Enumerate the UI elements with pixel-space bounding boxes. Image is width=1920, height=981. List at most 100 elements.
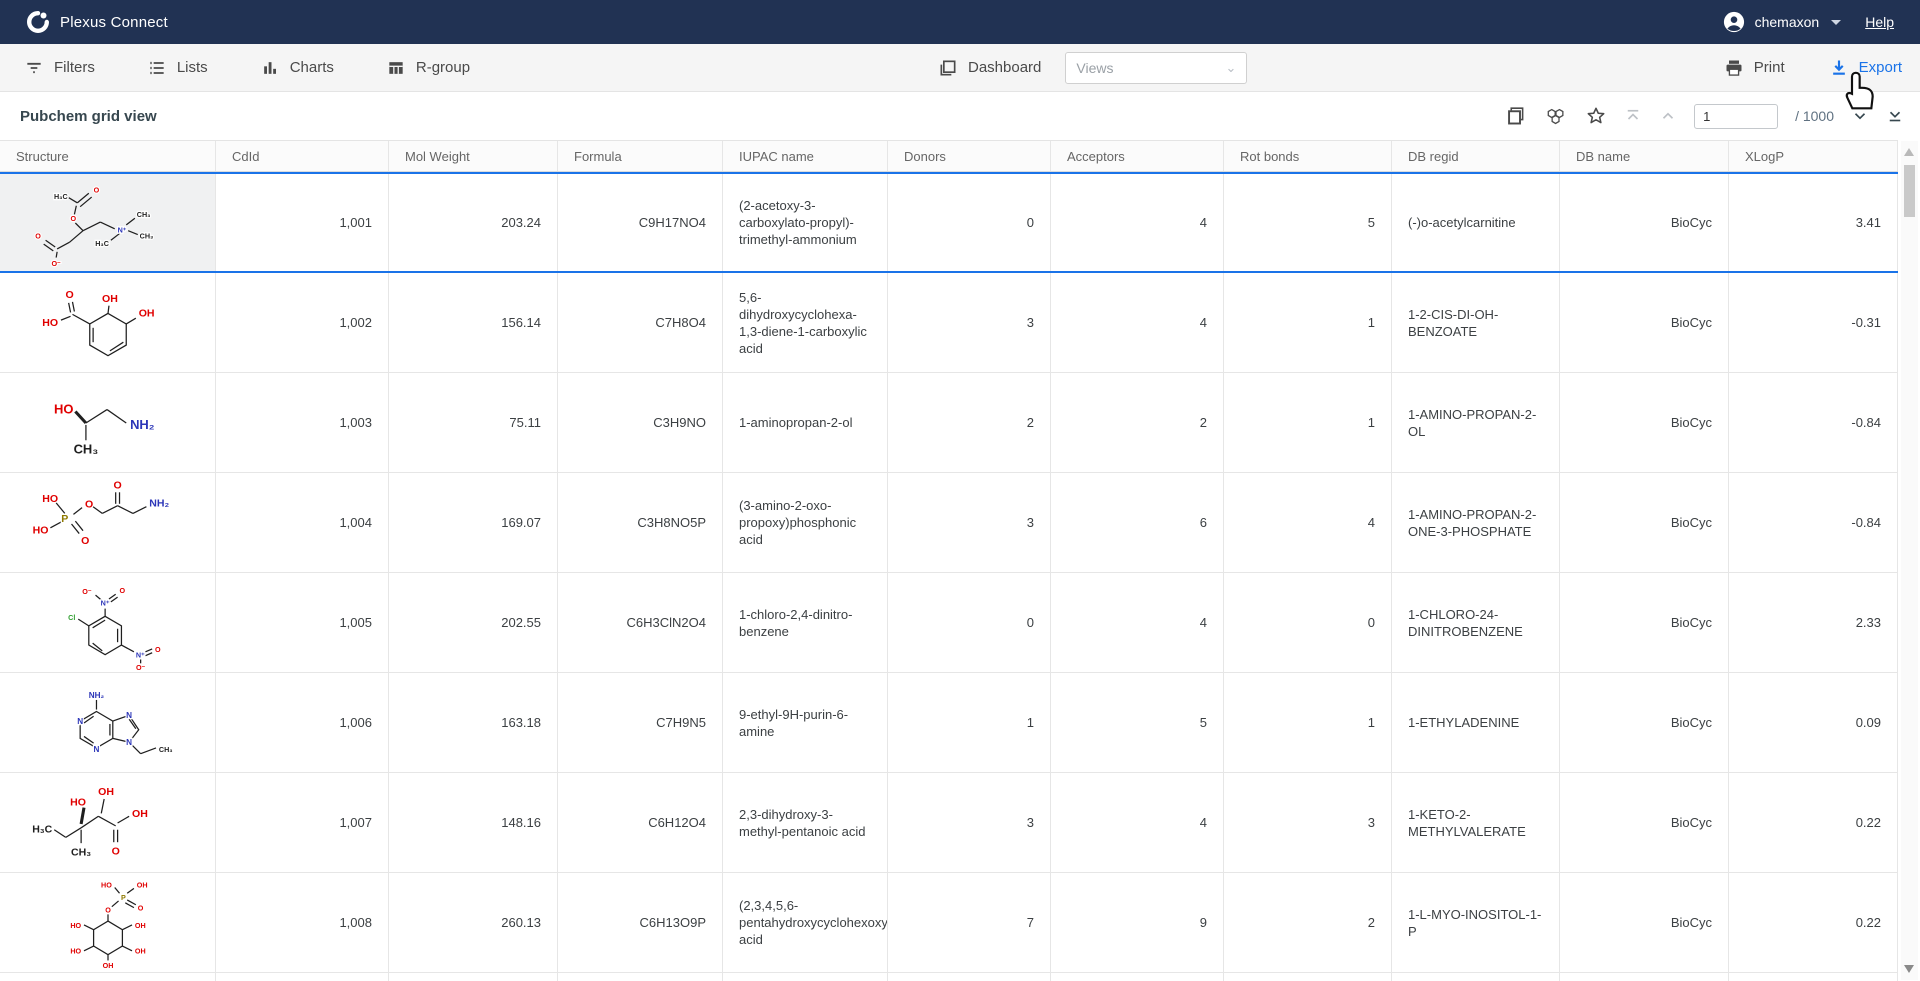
export-button[interactable]: Export (1829, 58, 1902, 78)
cell-donors[interactable]: 3 (888, 473, 1051, 572)
table-row[interactable]: H₃C HO OH OH CH₃ O 1,007 148.16 C6H12O4 … (0, 773, 1898, 873)
column-header-db-name[interactable]: DB name (1560, 141, 1729, 171)
cell-iupac[interactable]: 2,3-dihydroxy-3-methyl-pentanoic acid (723, 773, 888, 872)
structure-image[interactable]: H₃C O O O O⁻ N⁺ CH₃ CH₃ H₃C (0, 174, 216, 271)
cell-donors[interactable]: 0 (888, 573, 1051, 672)
cell-acceptors[interactable]: 4 (1051, 773, 1224, 872)
cell-xlogp[interactable]: -0.84 (1729, 473, 1898, 572)
cell-db-regid[interactable]: 1-2-CIS-DI-OH-BENZOATE (1392, 273, 1560, 372)
cell-formula[interactable]: C9H17NO4 (558, 174, 723, 271)
cell-mol-weight[interactable]: 260.13 (389, 873, 558, 972)
cell-donors[interactable]: 3 (888, 273, 1051, 372)
cell-xlogp[interactable]: 2.33 (1729, 573, 1898, 672)
cell-acceptors[interactable]: 2 (1051, 373, 1224, 472)
cell-rot-bonds[interactable]: 1 (1224, 273, 1392, 372)
cell-formula[interactable]: C7H9N5 (558, 673, 723, 772)
cell-db-regid[interactable]: 1-AMINO-PROPAN-2-ONE-3-PHOSPHATE (1392, 473, 1560, 572)
scrollbar-thumb[interactable] (1904, 165, 1915, 217)
column-header-db-regid[interactable]: DB regid (1392, 141, 1560, 171)
structure-image[interactable]: NH₂ N N N N CH₃ (0, 673, 216, 772)
cell-iupac[interactable]: 1-chloro-2,4-dinitro-benzene (723, 573, 888, 672)
cell-rot-bonds[interactable]: 1 (1224, 373, 1392, 472)
table-row[interactable]: O HO OH OH 1,002 156.14 C7H8O4 5,6-dihyd… (0, 273, 1898, 373)
rgroup-button[interactable]: R-group (386, 58, 470, 78)
cell-db-regid[interactable]: 1-ETHYLADENINE (1392, 673, 1560, 772)
cell-xlogp[interactable]: 0.09 (1729, 673, 1898, 772)
column-header-mol-weight[interactable]: Mol Weight (389, 141, 558, 171)
previous-record-button[interactable] (1659, 107, 1677, 125)
cell-xlogp[interactable]: 0.22 (1729, 873, 1898, 972)
cell-db-name[interactable]: BioCyc (1560, 673, 1729, 772)
cell-mol-weight[interactable]: 202.55 (389, 573, 558, 672)
cell-donors[interactable]: 0 (888, 174, 1051, 271)
structure-image[interactable]: HO OH P O O HO OH HO OH OH (0, 873, 216, 972)
cell-formula[interactable]: C3H8NO5P (558, 473, 723, 572)
lists-button[interactable]: Lists (147, 58, 208, 78)
column-header-donors[interactable]: Donors (888, 141, 1051, 171)
cell-iupac[interactable]: (2-acetoxy-3-carboxylato-propyl)-trimeth… (723, 174, 888, 271)
filters-button[interactable]: Filters (24, 58, 95, 78)
scroll-down-arrow-icon[interactable] (1904, 965, 1914, 973)
cell-formula[interactable]: C6H12O4 (558, 773, 723, 872)
column-header-formula[interactable]: Formula (558, 141, 723, 171)
last-record-button[interactable] (1886, 107, 1904, 125)
user-menu[interactable]: chemaxon (1755, 14, 1820, 30)
cell-db-name[interactable]: BioCyc (1560, 373, 1729, 472)
column-header-cdid[interactable]: CdId (216, 141, 389, 171)
cell-db-name[interactable]: BioCyc (1560, 573, 1729, 672)
views-dropdown[interactable]: Views ⌄ (1065, 52, 1247, 84)
cell-acceptors[interactable]: 6 (1051, 473, 1224, 572)
cell-cdid[interactable]: 1,007 (216, 773, 389, 872)
cell-formula[interactable]: C7H8O4 (558, 273, 723, 372)
cell-mol-weight[interactable]: 156.14 (389, 273, 558, 372)
cell-mol-weight[interactable]: 163.18 (389, 673, 558, 772)
cell-db-name[interactable]: BioCyc (1560, 473, 1729, 572)
cell-db-regid[interactable]: (-)o-acetylcarnitine (1392, 174, 1560, 271)
cell-db-name[interactable]: BioCyc (1560, 773, 1729, 872)
next-record-button[interactable] (1851, 107, 1869, 125)
table-row[interactable]: HO OH P O O HO OH HO OH OH 1,008 260.13 … (0, 873, 1898, 973)
cell-db-regid[interactable]: 1-AMINO-PROPAN-2-OL (1392, 373, 1560, 472)
column-header-rot-bonds[interactable]: Rot bonds (1224, 141, 1392, 171)
cell-mol-weight[interactable]: 169.07 (389, 473, 558, 572)
column-header-iupac[interactable]: IUPAC name (723, 141, 888, 171)
record-number-input[interactable] (1694, 104, 1778, 129)
cell-rot-bonds[interactable]: 2 (1224, 873, 1392, 972)
cell-cdid[interactable]: 1,001 (216, 174, 389, 271)
print-button[interactable]: Print (1724, 58, 1785, 78)
help-link[interactable]: Help (1865, 14, 1894, 30)
cell-donors[interactable]: 3 (888, 773, 1051, 872)
vertical-scrollbar[interactable] (1901, 141, 1918, 980)
structure-image[interactable]: HO HO P O O O NH₂ (0, 473, 216, 572)
cell-formula[interactable]: C3H9NO (558, 373, 723, 472)
cell-rot-bonds[interactable]: 5 (1224, 174, 1392, 271)
cell-acceptors[interactable]: 9 (1051, 873, 1224, 972)
cell-xlogp[interactable]: 0.22 (1729, 773, 1898, 872)
cell-iupac[interactable]: 1-aminopropan-2-ol (723, 373, 888, 472)
charts-button[interactable]: Charts (260, 58, 334, 78)
structure-search-button[interactable] (1544, 105, 1568, 127)
table-row[interactable]: HO HO P O O O NH₂ 1,004 169.07 C3H8NO5P … (0, 473, 1898, 573)
cell-mol-weight[interactable]: 203.24 (389, 174, 558, 271)
table-row[interactable]: NH₂ N N N N CH₃ 1,006 163.18 C7H9N5 9-et… (0, 673, 1898, 773)
cell-iupac[interactable]: 9-ethyl-9H-purin-6-amine (723, 673, 888, 772)
dashboard-button[interactable]: Dashboard (938, 58, 1041, 78)
cell-cdid[interactable]: 1,008 (216, 873, 389, 972)
cell-db-name[interactable]: BioCyc (1560, 873, 1729, 972)
cell-xlogp[interactable]: -0.31 (1729, 273, 1898, 372)
cell-iupac[interactable]: (3-amino-2-oxo-propoxy)phosphonic acid (723, 473, 888, 572)
cell-cdid[interactable]: 1,003 (216, 373, 389, 472)
structure-image[interactable]: HO NH₂ CH₃ (0, 373, 216, 472)
cell-iupac[interactable]: (2,3,4,5,6-pentahydroxycyclohexoxy)phosp… (723, 873, 888, 972)
cell-cdid[interactable]: 1,005 (216, 573, 389, 672)
first-record-button[interactable] (1624, 107, 1642, 125)
cell-donors[interactable]: 7 (888, 873, 1051, 972)
cell-donors[interactable]: 2 (888, 373, 1051, 472)
cell-db-name[interactable]: BioCyc (1560, 174, 1729, 271)
cell-cdid[interactable]: 1,002 (216, 273, 389, 372)
cell-cdid[interactable]: 1,006 (216, 673, 389, 772)
column-header-structure[interactable]: Structure (0, 141, 216, 171)
table-row[interactable]: H₃C O O O O⁻ N⁺ CH₃ CH₃ H₃C 1,001 203.24… (0, 172, 1898, 273)
cell-db-regid[interactable]: 1-CHLORO-24-DINITROBENZENE (1392, 573, 1560, 672)
column-header-xlogp[interactable]: XLogP (1729, 141, 1898, 171)
